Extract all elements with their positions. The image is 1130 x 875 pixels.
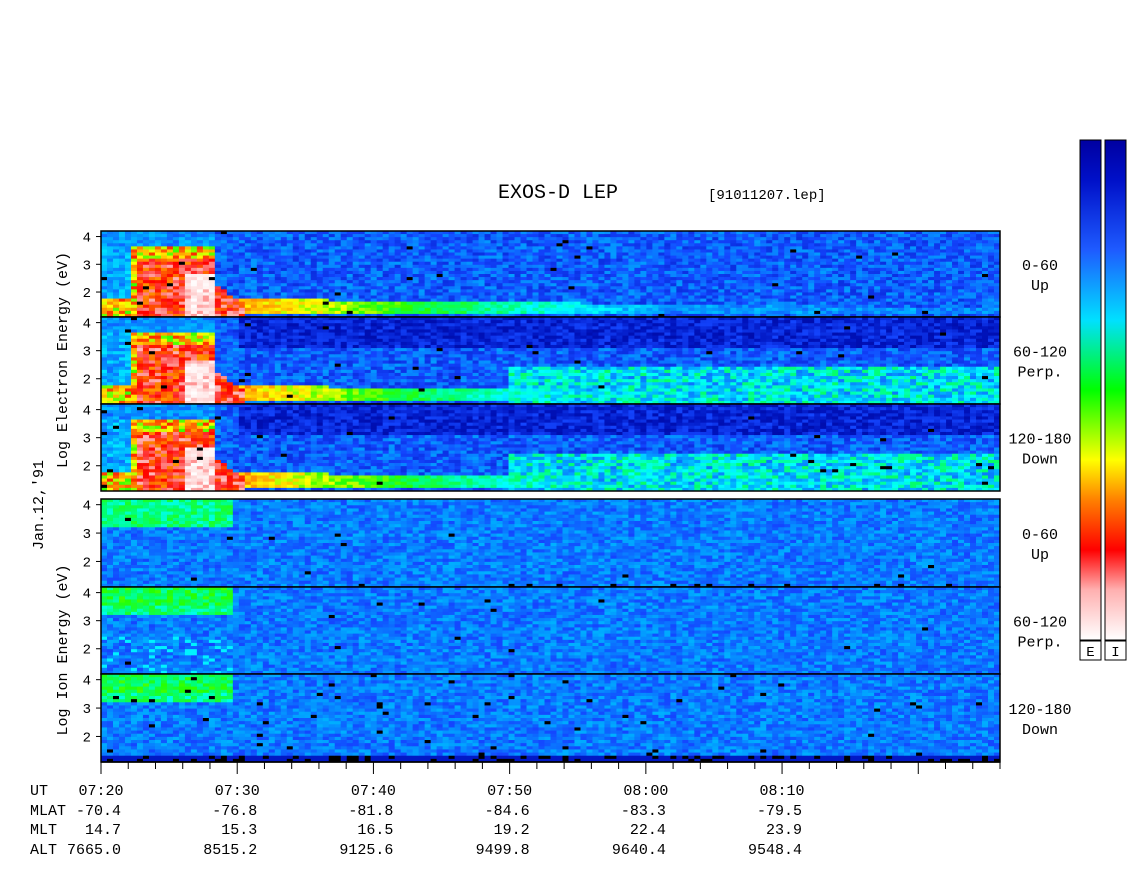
- y-tick-label: 2: [83, 286, 91, 302]
- y-tick-label: 3: [83, 615, 91, 631]
- spectrogram-panel-4: 0-60 Up 2 3 4: [83, 499, 1058, 588]
- y-tick-label: 2: [83, 373, 91, 389]
- ephemeris-mlt-value: 15.3: [221, 822, 257, 839]
- ephemeris-mlt-value: 14.7: [85, 822, 121, 839]
- ephemeris-alt-value: 9125.6: [339, 842, 393, 859]
- ephemeris-ut-value: 07:20: [78, 783, 123, 800]
- ephemeris-alt-value: 8515.2: [203, 842, 257, 859]
- y-tick-label: 4: [83, 587, 91, 603]
- electron-y-axis-label: Log Electron Energy (eV): [55, 252, 72, 468]
- panel-5-direction-label: Perp.: [1017, 635, 1062, 652]
- ephemeris-mlat-value: -84.6: [485, 803, 530, 820]
- ephemeris-alt-value: 9640.4: [612, 842, 666, 859]
- ephemeris-row-label-ut: UT: [30, 783, 48, 800]
- ephemeris-ut-value: 07:50: [487, 783, 532, 800]
- ephemeris-alt-value: 9548.4: [748, 842, 802, 859]
- ephemeris-mlat-value: -83.3: [621, 803, 666, 820]
- ephemeris-ut-value: 07:30: [215, 783, 260, 800]
- y-tick-label: 4: [83, 674, 91, 690]
- y-tick-label: 3: [83, 527, 91, 543]
- colorbar-electron: [1080, 140, 1101, 640]
- y-tick-label: 2: [83, 643, 91, 659]
- ephemeris-alt-value: 9499.8: [476, 842, 530, 859]
- ion-y-axis-label: Log Ion Energy (eV): [55, 564, 72, 735]
- ephemeris-mlt-value: 23.9: [766, 822, 802, 839]
- ephemeris-row-label-mlt: MLT: [30, 822, 57, 839]
- colorbar-ion: [1105, 140, 1126, 640]
- spectrogram-panel-6: 120-180 Down 2 3 4: [83, 674, 1072, 763]
- spectrogram-figure: EXOS-D LEP [91011207.lep] 0-60Up23460-12…: [0, 0, 1130, 875]
- ephemeris-ut-value: 07:40: [351, 783, 396, 800]
- ephemeris-mlat-value: -79.5: [757, 803, 802, 820]
- y-tick-label: 3: [83, 345, 91, 361]
- y-tick-label: 2: [83, 730, 91, 746]
- y-tick-label: 4: [83, 404, 91, 420]
- y-tick-label: 4: [83, 317, 91, 333]
- panel-3-direction-label: Down: [1022, 452, 1058, 469]
- colorbar-ion-label: I: [1111, 645, 1119, 661]
- panel-1-angle-label: 0-60: [1022, 258, 1058, 275]
- ephemeris-alt-value: 7665.0: [67, 842, 121, 859]
- axes: [101, 762, 1000, 774]
- panel-3-angle-label: 120-180: [1008, 432, 1071, 449]
- ephemeris-mlat-value: -76.8: [212, 803, 257, 820]
- spectrogram-panel-5: 60-120 Perp. 2 3 4: [83, 587, 1067, 675]
- spectrogram-panel-3: 120-180 Down 2 3 4: [83, 404, 1072, 492]
- ephemeris-mlat-value: -70.4: [76, 803, 121, 820]
- panel-4-angle-label: 0-60: [1022, 527, 1058, 544]
- panel-1-direction-label: Up: [1031, 278, 1049, 295]
- ephemeris-row-label-mlat: MLAT: [30, 803, 66, 820]
- ephemeris-ut-value: 08:10: [760, 783, 805, 800]
- ephemeris-mlt-value: 22.4: [630, 822, 666, 839]
- y-tick-label: 4: [83, 231, 91, 247]
- ephemeris-row-label-alt: ALT: [30, 842, 57, 859]
- y-tick-label: 2: [83, 460, 91, 476]
- y-tick-label: 3: [83, 432, 91, 448]
- y-tick-label: 3: [83, 258, 91, 274]
- panel-5-angle-label: 60-120: [1013, 615, 1067, 632]
- ephemeris-mlt-value: 19.2: [494, 822, 530, 839]
- spectrogram-panel-2: 60-120 Perp. 2 3 4: [83, 317, 1067, 405]
- ephemeris-mlat-value: -81.8: [348, 803, 393, 820]
- y-tick-label: 2: [83, 555, 91, 571]
- panel-6-angle-label: 120-180: [1008, 702, 1071, 719]
- panel-2-direction-label: Perp.: [1017, 365, 1062, 382]
- ephemeris-ut-value: 08:00: [623, 783, 668, 800]
- panel-6-direction-label: Down: [1022, 722, 1058, 739]
- panel-2-angle-label: 60-120: [1013, 345, 1067, 362]
- ephemeris-table: UT 07:20 07:30 07:40 07:50 08:00 08:10 MLAT -70.…: [30, 783, 805, 859]
- panel-4-direction-label: Up: [1031, 547, 1049, 564]
- chart-title: EXOS-D LEP: [498, 182, 618, 205]
- spectrogram-panel-1: 0-60 Up 2 3 4: [83, 231, 1058, 318]
- y-tick-label: 4: [83, 499, 91, 515]
- file-tag: [91011207.lep]: [708, 188, 826, 204]
- ephemeris-mlt-value: 16.5: [357, 822, 393, 839]
- y-tick-label: 3: [83, 702, 91, 718]
- colorbar-electron-label: E: [1086, 645, 1094, 661]
- date-label: Jan.12,'91: [31, 460, 48, 550]
- spectrogram-panels: 0-60Up23460-120Perp.234120-180Down2340-6…: [83, 231, 1072, 763]
